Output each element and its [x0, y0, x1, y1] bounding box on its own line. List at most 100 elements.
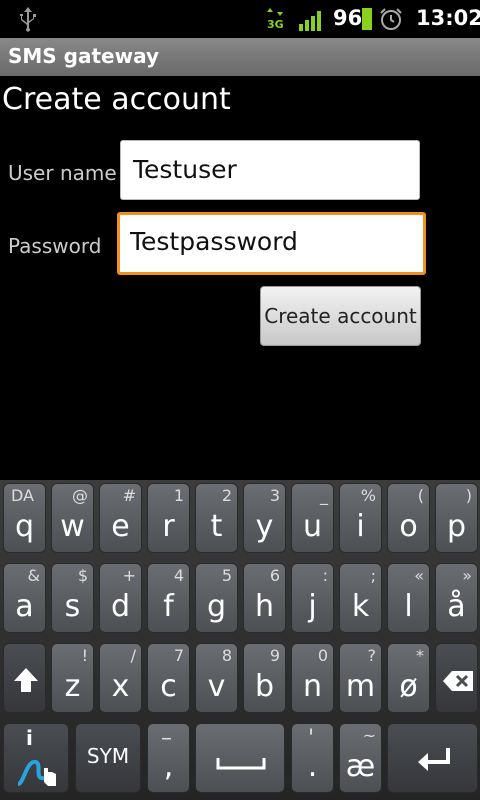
key-label: q — [14, 509, 35, 544]
soft-keyboard: DA q @ w # e 1 r 2 t 3 y _ u% i(o) p & a $ s + d 4 f 5 g 6 h: j; k «l… — [0, 480, 480, 800]
key-label: y — [255, 509, 274, 544]
space-key[interactable] — [195, 723, 285, 793]
key-secondary-label: + — [122, 566, 136, 585]
key-label: k — [351, 589, 370, 624]
key-secondary-label: ! — [81, 646, 88, 665]
key-secondary-label: » — [462, 566, 472, 585]
password-field[interactable]: Testpassword — [117, 212, 426, 275]
key-label: i — [356, 509, 365, 544]
username-label: User name — [8, 161, 117, 185]
password-label: Password — [8, 234, 102, 258]
key-y[interactable]: 3y — [243, 483, 286, 553]
key-p[interactable]: ) p — [435, 483, 478, 553]
key-secondary-label: * — [416, 646, 424, 665]
shift-arrow-icon — [14, 668, 38, 692]
key-n[interactable]: 0n — [291, 643, 334, 713]
key-secondary-label: « — [414, 566, 424, 585]
key-label: x — [111, 669, 130, 704]
ae-key[interactable]: ~ æ — [339, 723, 382, 793]
key-secondary-label: 0 — [317, 646, 328, 665]
key-e[interactable]: # e — [99, 483, 142, 553]
key-secondary-label: 2 — [221, 486, 232, 505]
shift-key[interactable] — [3, 643, 46, 713]
key-label: o — [399, 509, 418, 544]
key-secondary-label: ? — [367, 646, 377, 665]
key-secondary-label: ; — [370, 566, 376, 585]
key-s[interactable]: $ s — [51, 563, 94, 633]
battery-icon — [362, 8, 372, 30]
key-label: h — [254, 589, 274, 624]
key-label: j — [308, 589, 317, 624]
key-label: t — [210, 509, 223, 544]
key-label: z — [64, 669, 81, 704]
page-title: Create account — [2, 82, 231, 117]
key-secondary-label: / — [130, 646, 136, 665]
key-secondary-label: 3 — [269, 486, 280, 505]
key-secondary-label: % — [360, 486, 376, 505]
key-å[interactable]: » å — [435, 563, 478, 633]
key-secondary-label: ( — [417, 486, 424, 505]
key-z[interactable]: ! z — [51, 643, 94, 713]
backspace-key[interactable] — [435, 643, 478, 713]
key-r[interactable]: 1r — [147, 483, 190, 553]
key-g[interactable]: 5g — [195, 563, 238, 633]
key-f[interactable]: 4f — [147, 563, 190, 633]
key-h[interactable]: 6h — [243, 563, 286, 633]
key-t[interactable]: 2t — [195, 483, 238, 553]
key-label: p — [446, 509, 467, 544]
username-field[interactable]: Testuser — [120, 140, 420, 200]
key-w[interactable]: @ w — [51, 483, 94, 553]
key-i[interactable]: % i — [339, 483, 382, 553]
key-label: c — [160, 669, 177, 704]
key-label: v — [207, 669, 226, 704]
key-label: g — [206, 589, 227, 624]
key-j[interactable]: :j — [291, 563, 334, 633]
key-x[interactable]: / x — [99, 643, 142, 713]
key-o[interactable]: (o — [387, 483, 430, 553]
key-m[interactable]: ? m — [339, 643, 382, 713]
key-secondary-label: # — [122, 486, 136, 505]
key-label: a — [15, 589, 34, 624]
backspace-icon — [443, 671, 473, 691]
key-secondary-label: 1 — [173, 486, 184, 505]
3g-data-icon: 3G — [267, 8, 284, 30]
key-v[interactable]: 8v — [195, 643, 238, 713]
create-account-button[interactable]: Create account — [260, 286, 421, 346]
key-label: b — [254, 669, 275, 704]
key-secondary-label: ) — [465, 486, 472, 505]
key-label: s — [64, 589, 81, 624]
alarm-icon — [380, 8, 402, 30]
key-secondary-label: 6 — [269, 566, 280, 585]
key-secondary-label: : — [322, 566, 328, 585]
signal-icon — [299, 11, 321, 31]
key-b[interactable]: 9b — [243, 643, 286, 713]
svg-text:3G: 3G — [267, 18, 284, 30]
key-secondary-label: 7 — [173, 646, 184, 665]
app-title: SMS gateway — [8, 44, 160, 68]
key-q[interactable]: DA q — [3, 483, 46, 553]
key-d[interactable]: + d — [99, 563, 142, 633]
key-label: n — [302, 669, 322, 704]
key-label: ø — [399, 669, 418, 704]
enter-key[interactable] — [387, 723, 478, 793]
key-k[interactable]: ; k — [339, 563, 382, 633]
input-method-key[interactable]: i — [3, 723, 69, 793]
key-l[interactable]: «l — [387, 563, 430, 633]
period-key[interactable]: ' . — [291, 723, 334, 793]
key-secondary-label: @ — [72, 486, 88, 505]
key-label: e — [111, 509, 130, 544]
key-label: d — [110, 589, 131, 624]
enter-arrow-icon — [418, 748, 450, 771]
info-icon: i — [26, 726, 33, 750]
key-secondary-label: DA — [11, 486, 34, 505]
key-c[interactable]: 7c — [147, 643, 190, 713]
key-u[interactable]: _ u — [291, 483, 334, 553]
comma-key[interactable]: – , — [147, 723, 190, 793]
key-label: u — [302, 509, 322, 544]
swype-icon — [17, 760, 56, 786]
status-bar: 3G 96 13:02 — [0, 0, 480, 38]
key-label: r — [162, 509, 175, 544]
sym-key[interactable]: SYM — [75, 723, 141, 793]
key-a[interactable]: & a — [3, 563, 46, 633]
key-ø[interactable]: * ø — [387, 643, 430, 713]
